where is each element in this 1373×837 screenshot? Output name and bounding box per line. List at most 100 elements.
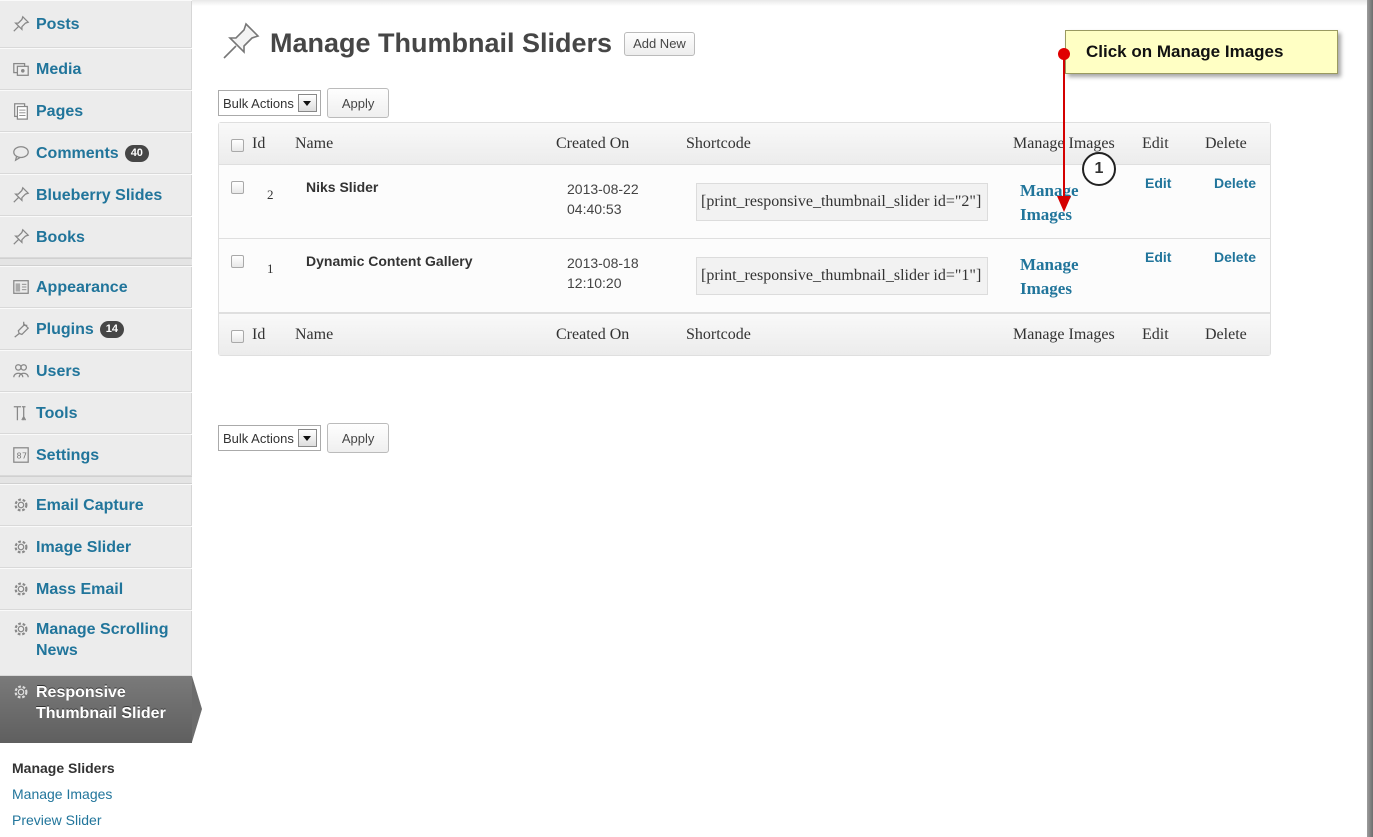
submenu-manage-images[interactable]: Manage Images xyxy=(12,781,192,807)
users-icon xyxy=(11,361,31,381)
menu-separator xyxy=(0,476,192,484)
page-header: Manage Thumbnail Sliders Add New xyxy=(220,20,695,67)
sidebar-item-media[interactable]: Media xyxy=(0,48,192,90)
annotation-dot xyxy=(1058,48,1070,60)
annotation-arrow-line xyxy=(1063,54,1065,198)
bulk-actions-select-bottom[interactable]: Bulk Actions xyxy=(218,425,321,451)
admin-sidebar: Posts Media Pages Comments 40 Blueberry … xyxy=(0,0,192,837)
pages-icon xyxy=(11,101,31,121)
row-date: 2013-08-18 xyxy=(567,255,639,271)
tools-icon xyxy=(11,403,31,423)
footer-column-manage-images: Manage Images xyxy=(1013,326,1115,343)
row-shortcode-field[interactable]: [print_responsive_thumbnail_slider id="2… xyxy=(696,183,988,221)
column-shortcode: Shortcode xyxy=(686,135,751,152)
delete-link[interactable]: Delete xyxy=(1214,249,1256,265)
sidebar-item-comments[interactable]: Comments 40 xyxy=(0,132,192,174)
sidebar-item-label-line1: Responsive xyxy=(36,684,126,701)
sidebar-item-plugins[interactable]: Plugins 14 xyxy=(0,308,192,350)
footer-column-id[interactable]: Id xyxy=(252,326,265,344)
manage-images-link[interactable]: Manage Images xyxy=(1020,253,1079,301)
apply-button-bottom[interactable]: Apply xyxy=(326,423,390,453)
sidebar-item-label-line1: Manage Scrolling xyxy=(36,621,169,638)
footer-column-created-on[interactable]: Created On xyxy=(556,326,629,344)
gear-icon xyxy=(11,619,31,639)
pin-icon xyxy=(11,14,31,34)
footer-column-edit: Edit xyxy=(1142,326,1169,343)
table-row: 1 Dynamic Content Gallery 2013-08-18 12:… xyxy=(219,239,1270,313)
select-all-checkbox-footer[interactable] xyxy=(231,330,244,343)
step-number-badge: 1 xyxy=(1082,152,1116,186)
sliders-table: Id Name Created On Shortcode Manage Imag… xyxy=(218,122,1271,356)
column-id[interactable]: Id xyxy=(252,135,265,153)
sidebar-item-posts[interactable]: Posts xyxy=(0,0,192,48)
submenu-preview-slider[interactable]: Preview Slider xyxy=(12,807,192,833)
row-id: 1 xyxy=(267,261,274,276)
sidebar-item-responsive-thumbnail-slider[interactable]: Responsive Thumbnail Slider xyxy=(0,676,192,743)
sidebar-item-tools[interactable]: Tools xyxy=(0,392,192,434)
sidebar-item-image-slider[interactable]: Image Slider xyxy=(0,526,192,568)
footer-column-name[interactable]: Name xyxy=(295,326,333,344)
sidebar-item-users[interactable]: Users xyxy=(0,350,192,392)
appearance-icon xyxy=(11,277,31,297)
manage-images-line2: Images xyxy=(1020,279,1072,298)
manage-images-line1: Manage xyxy=(1020,255,1079,274)
delete-link[interactable]: Delete xyxy=(1214,175,1256,191)
sidebar-item-appearance[interactable]: Appearance xyxy=(0,266,192,308)
sidebar-item-label-group: Responsive Thumbnail Slider xyxy=(36,682,166,724)
gear-icon xyxy=(11,495,31,515)
edit-link[interactable]: Edit xyxy=(1145,249,1171,265)
sidebar-item-label: Posts xyxy=(36,15,80,33)
page-title: Manage Thumbnail Sliders xyxy=(270,28,613,58)
pin-icon xyxy=(11,185,31,205)
column-edit: Edit xyxy=(1142,135,1169,152)
sidebar-item-books[interactable]: Books xyxy=(0,216,192,258)
plugins-icon xyxy=(11,319,31,339)
sidebar-item-label: Media xyxy=(36,60,82,78)
column-created-on[interactable]: Created On xyxy=(556,135,629,153)
sidebar-item-label: Comments xyxy=(36,144,119,162)
main-content: Manage Thumbnail Sliders Add New Bulk Ac… xyxy=(210,0,1365,837)
add-new-button[interactable]: Add New xyxy=(624,31,695,56)
select-all-checkbox[interactable] xyxy=(231,139,244,152)
sidebar-item-manage-scrolling-news[interactable]: Manage Scrolling News xyxy=(0,610,192,676)
sidebar-item-label: Plugins xyxy=(36,320,94,338)
settings-icon: 87 xyxy=(11,445,31,465)
footer-column-delete: Delete xyxy=(1205,326,1247,343)
sidebar-item-label: Tools xyxy=(36,404,78,422)
sidebar-item-label: Pages xyxy=(36,102,84,120)
comments-count-badge: 40 xyxy=(124,144,149,162)
sidebar-item-blueberry-slides[interactable]: Blueberry Slides xyxy=(0,174,192,216)
sidebar-item-label: Blueberry Slides xyxy=(36,186,163,204)
sidebar-item-pages[interactable]: Pages xyxy=(0,90,192,132)
footer-column-shortcode: Shortcode xyxy=(686,326,751,343)
row-checkbox[interactable] xyxy=(231,255,244,268)
row-date: 2013-08-22 xyxy=(567,181,639,197)
row-created-on: 2013-08-22 04:40:53 xyxy=(567,179,639,219)
row-checkbox[interactable] xyxy=(231,181,244,194)
row-name: Niks Slider xyxy=(306,179,379,195)
pushpin-icon xyxy=(220,20,262,67)
edit-link[interactable]: Edit xyxy=(1145,175,1171,191)
right-frame-edge xyxy=(1367,0,1373,837)
bulk-actions-select[interactable]: Bulk Actions xyxy=(218,90,321,116)
sidebar-item-label: Email Capture xyxy=(36,496,144,514)
active-menu-pointer xyxy=(192,676,202,742)
sidebar-item-email-capture[interactable]: Email Capture xyxy=(0,484,192,526)
row-shortcode-field[interactable]: [print_responsive_thumbnail_slider id="1… xyxy=(696,257,988,295)
apply-button[interactable]: Apply xyxy=(326,88,390,118)
table-footer: Id Name Created On Shortcode Manage Imag… xyxy=(219,313,1270,355)
column-delete: Delete xyxy=(1205,135,1247,152)
column-name[interactable]: Name xyxy=(295,135,333,153)
sidebar-item-settings[interactable]: 87 Settings xyxy=(0,434,192,476)
sidebar-item-mass-email[interactable]: Mass Email xyxy=(0,568,192,610)
sidebar-item-label: Appearance xyxy=(36,278,128,296)
bulk-actions-top: Bulk Actions Apply xyxy=(218,88,390,118)
svg-text:7: 7 xyxy=(22,451,27,461)
svg-text:8: 8 xyxy=(17,451,22,461)
submenu-manage-sliders[interactable]: Manage Sliders xyxy=(12,755,192,781)
gear-icon xyxy=(11,579,31,599)
sidebar-item-label: Users xyxy=(36,362,81,380)
row-created-on: 2013-08-18 12:10:20 xyxy=(567,253,639,293)
comments-icon xyxy=(11,143,31,163)
sidebar-item-label-line2: Thumbnail Slider xyxy=(36,705,166,722)
